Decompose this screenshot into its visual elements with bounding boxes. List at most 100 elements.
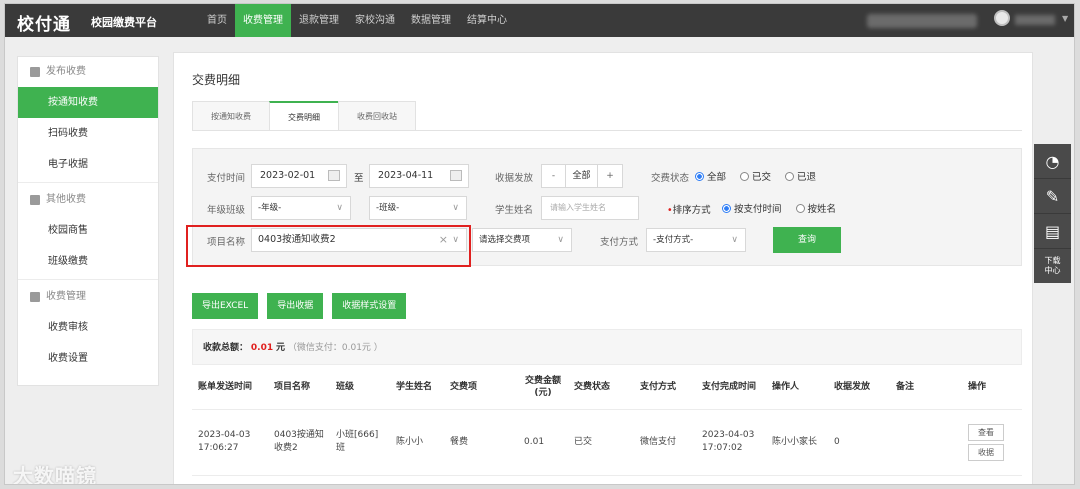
sidebar-item-fee-review[interactable]: 收费审核 xyxy=(18,312,158,343)
page-title: 交费明细 xyxy=(192,73,241,87)
blurred-user-name xyxy=(1015,15,1055,25)
cell-status: 已交 xyxy=(568,409,634,476)
cell-amount: 0.01 xyxy=(518,409,568,476)
sidebar-group-other: 其他收费 xyxy=(18,185,158,215)
nav-fee-management[interactable]: 收费管理 xyxy=(235,4,291,37)
col-receipt: 收据发放 xyxy=(828,365,890,410)
document-icon[interactable]: ▤ xyxy=(1034,214,1071,249)
export-excel-button[interactable]: 导出EXCEL xyxy=(192,293,259,319)
summary-unit: 元 xyxy=(275,343,285,353)
sidebar: 发布收费 按通知收费 扫码收费 电子收据 其他收费 校园商售 班级缴费 收费管理… xyxy=(17,56,159,386)
col-status: 交费状态 xyxy=(568,365,634,410)
stepper-plus-button[interactable]: + xyxy=(598,165,622,187)
nav-settlement[interactable]: 结算中心 xyxy=(459,4,515,37)
signature-pen-icon[interactable]: ✎ xyxy=(1034,179,1071,214)
action-bar: 导出EXCEL 导出收据 收据样式设置 xyxy=(192,293,407,319)
tab-bar: 按通知收费 交费明细 收费回收站 xyxy=(192,101,416,131)
tab-payment-details[interactable]: 交费明细 xyxy=(269,101,339,131)
col-pay-method: 支付方式 xyxy=(634,365,696,410)
chevron-down-icon: ∨ xyxy=(452,203,459,213)
download-center-button[interactable]: 下载中心 xyxy=(1043,249,1063,283)
sidebar-group-manage: 收费管理 xyxy=(18,282,158,312)
nav-home-school[interactable]: 家校沟通 xyxy=(347,4,403,37)
table-row: 2023-04-03 17:06:27 0403按通知收费2 小班[666]班 … xyxy=(192,409,1022,476)
date-from-input[interactable]: 2023-02-01 xyxy=(251,164,347,188)
main-panel: 交费明细 按通知收费 交费明细 收费回收站 支付时间 2023-02-01 至 … xyxy=(173,52,1033,484)
sidebar-item-class-payment[interactable]: 班级缴费 xyxy=(18,246,158,277)
student-name-label: 学生姓名 xyxy=(495,205,534,216)
platform-title: 校园缴费平台 xyxy=(91,16,157,29)
radio-checked-icon xyxy=(695,171,704,181)
sidebar-group-publish: 发布收费 xyxy=(18,57,158,87)
divider xyxy=(18,279,158,280)
calendar-icon xyxy=(450,170,462,181)
sort-radios: 按支付时间 按姓名 xyxy=(722,201,846,215)
student-name-input[interactable]: 请输入学生姓名 xyxy=(541,196,639,220)
sidebar-item-qr-fee[interactable]: 扫码收费 xyxy=(18,118,158,149)
tab-recycle-bin[interactable]: 收费回收站 xyxy=(338,101,416,131)
export-receipt-button[interactable]: 导出收据 xyxy=(267,293,324,319)
sort-by-time-option[interactable]: 按支付时间 xyxy=(722,201,782,215)
sidebar-item-notice-fee[interactable]: 按通知收费 xyxy=(18,87,158,118)
radio-icon xyxy=(785,171,795,181)
cell-send-time: 2023-04-03 17:06:27 xyxy=(192,409,268,476)
view-button[interactable]: 查看 xyxy=(968,423,1004,441)
avatar[interactable] xyxy=(993,10,1011,30)
pay-method-select[interactable]: -支付方式- ∨ xyxy=(646,228,746,252)
cell-fee-item: 餐费 xyxy=(444,409,518,476)
status-paid-option[interactable]: 已交 xyxy=(740,169,771,183)
col-complete-time: 支付完成时间 xyxy=(696,365,766,410)
receipt-stepper: - 全部 + xyxy=(541,164,623,188)
nav-data-management[interactable]: 数据管理 xyxy=(403,4,459,37)
receipt-style-button[interactable]: 收据样式设置 xyxy=(332,293,407,319)
user-menu-caret-icon[interactable]: ▼ xyxy=(1062,14,1068,23)
nav-home[interactable]: 首页 xyxy=(199,4,235,37)
support-headset-icon[interactable]: ◔ xyxy=(1034,144,1071,179)
payment-table: 账单发送时间 项目名称 班级 学生姓名 交费项 交费金额(元) 交费状态 支付方… xyxy=(192,365,1022,476)
grade-select[interactable]: -年级- ∨ xyxy=(251,196,351,220)
radio-icon xyxy=(795,203,805,213)
sidebar-item-fee-settings[interactable]: 收费设置 xyxy=(18,343,158,374)
sidebar-item-campus-sales[interactable]: 校园商售 xyxy=(18,215,158,246)
col-amount: 交费金额(元) xyxy=(518,365,568,410)
date-to-input[interactable]: 2023-04-11 xyxy=(369,164,469,188)
class-select[interactable]: -班级- ∨ xyxy=(369,196,467,220)
col-project: 项目名称 xyxy=(268,365,330,410)
receipt-button[interactable]: 收据 xyxy=(968,443,1004,461)
summary-amount: 0.01 xyxy=(250,343,274,353)
highlight-box xyxy=(186,225,471,267)
col-operations: 操作 xyxy=(962,365,1022,410)
col-fee-item: 交费项 xyxy=(444,365,518,410)
chevron-down-icon: ∨ xyxy=(557,235,564,245)
sort-by-name-option[interactable]: 按姓名 xyxy=(795,201,836,215)
chevron-down-icon: ∨ xyxy=(336,203,343,213)
sidebar-item-e-receipt[interactable]: 电子收据 xyxy=(18,149,158,180)
right-toolbar: ◔ ✎ ▤ 下载中心 xyxy=(1034,144,1071,283)
status-refunded-option[interactable]: 已退 xyxy=(785,169,816,183)
col-operator: 操作人 xyxy=(766,365,828,410)
radio-icon xyxy=(740,171,750,181)
nav-refund-management[interactable]: 退款管理 xyxy=(291,4,347,37)
cell-remark xyxy=(890,409,962,476)
cell-operations: 查看 收据 xyxy=(962,409,1022,476)
divider xyxy=(18,182,158,183)
cell-class: 小班[666]班 xyxy=(330,409,390,476)
app-logo: 校付通 xyxy=(17,15,71,35)
fee-item-select[interactable]: 请选择交费项 ∨ xyxy=(472,228,572,252)
cell-student: 陈小小 xyxy=(390,409,444,476)
divider xyxy=(192,130,1022,131)
stepper-minus-button[interactable]: - xyxy=(542,165,566,187)
query-button[interactable]: 查询 xyxy=(773,227,841,253)
cell-receipt: 0 xyxy=(828,409,890,476)
radio-checked-icon xyxy=(722,203,731,213)
col-send-time: 账单发送时间 xyxy=(192,365,268,410)
col-remark: 备注 xyxy=(890,365,962,410)
status-all-option[interactable]: 全部 xyxy=(695,169,726,183)
tab-notice-fee[interactable]: 按通知收费 xyxy=(192,101,270,131)
grid-icon xyxy=(30,195,40,205)
shield-icon xyxy=(30,292,40,302)
stepper-value[interactable]: 全部 xyxy=(566,165,598,187)
payment-status-label: 交费状态 xyxy=(651,173,690,184)
cell-operator: 陈小小家长 xyxy=(766,409,828,476)
summary-detail: （微信支付：0.01元 ） xyxy=(287,343,383,353)
